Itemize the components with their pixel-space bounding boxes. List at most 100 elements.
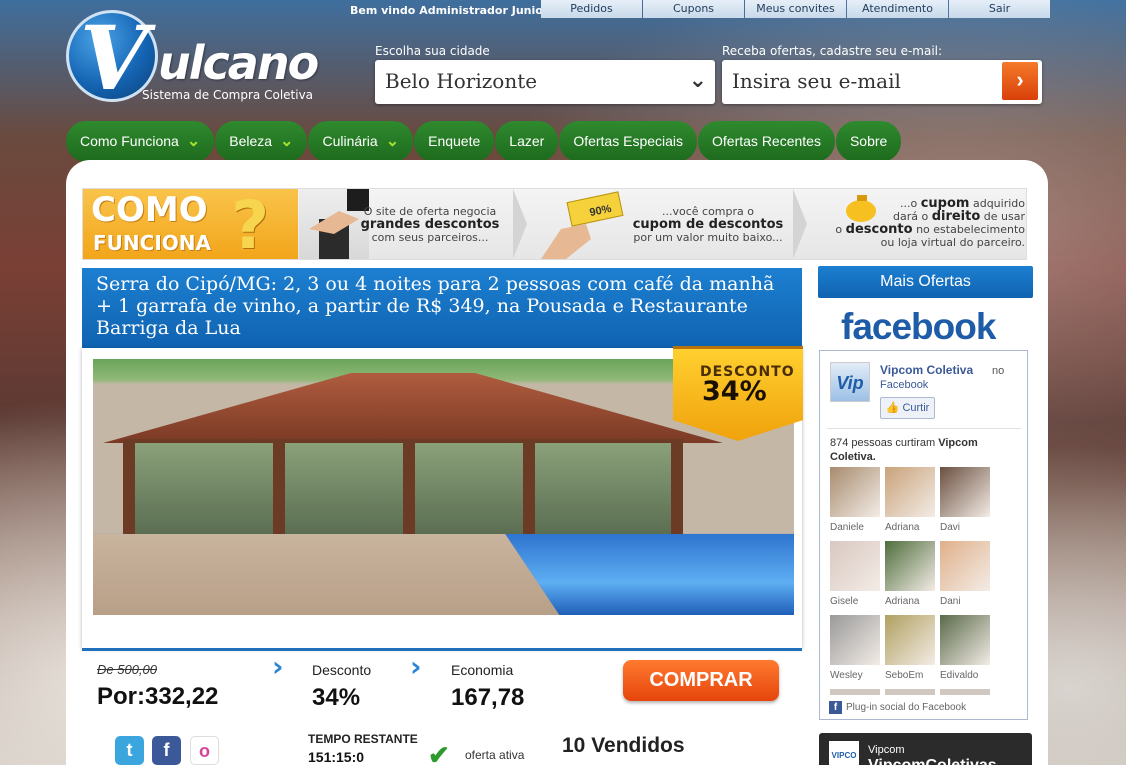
step3-text: ...o cupom adquirido dará o direito de u… (831, 197, 1031, 267)
step2-post: por um valor muito baixo... (633, 231, 783, 244)
savings-label: Economia (451, 662, 514, 678)
coupon-hand-image: 90% (531, 189, 631, 259)
step1-post: com seus parceiros... (371, 231, 489, 244)
city-select-value: Belo Horizonte (385, 69, 538, 93)
logo-word: ulcano (158, 36, 319, 90)
nav-label: Como Funciona (80, 133, 179, 149)
nav-label: Beleza (229, 133, 273, 149)
toplink-pedidos[interactable]: Pedidos (541, 0, 642, 18)
divider (827, 428, 1021, 429)
how-it-works-banner[interactable]: COMO FUNCIONA ? O site de oferta negocia… (82, 187, 1027, 264)
step1-text: O site de oferta negocia grandes descont… (345, 205, 515, 275)
city-select[interactable]: Belo Horizonte ⌄ (375, 60, 715, 104)
fb-page-name[interactable]: Vipcom Coletiva (880, 363, 973, 377)
fan-avatar[interactable] (830, 467, 880, 517)
fan-avatar[interactable] (940, 467, 990, 517)
fan-avatar[interactable] (940, 689, 990, 695)
photo-post (123, 443, 135, 538)
fb-no-text: no (992, 365, 1005, 377)
fan-avatar[interactable] (830, 689, 880, 695)
nav-label: Ofertas Especiais (573, 133, 684, 149)
twitter-icon[interactable]: t (115, 736, 144, 765)
nav-item-lazer[interactable]: Lazer (495, 121, 559, 162)
fan-name[interactable]: Wesley (830, 670, 890, 681)
fan-avatar[interactable] (885, 467, 935, 517)
fb-plugin-footer: f Plug-in social do Facebook (829, 701, 966, 714)
coupon-hand-icon: 90% (541, 191, 624, 259)
buy-button[interactable]: COMPRAR (623, 660, 779, 701)
step2-text: ...você compra o cupom de descontos por … (623, 205, 793, 275)
deal-title[interactable]: Serra do Cipó/MG: 2, 3 ou 4 noites para … (82, 268, 802, 348)
chevron-down-icon: ⌄ (385, 133, 400, 150)
fan-avatar[interactable] (885, 689, 935, 695)
chevron-down-icon: ⌄ (186, 133, 201, 150)
photo-post (273, 443, 285, 538)
chevron-right-icon: › (410, 650, 422, 683)
photo-roof (103, 373, 723, 443)
thumbs-up-icon: 👍 (885, 402, 900, 414)
orkut-icon[interactable]: o (190, 736, 219, 765)
step-divider (793, 189, 807, 259)
photo-post (403, 443, 415, 538)
step3-text-part: adquirido (972, 197, 1025, 210)
nav-item-beleza[interactable]: Beleza ⌄ (215, 121, 308, 162)
nav-item-ofertas-especiais[interactable]: Ofertas Especiais (559, 121, 698, 162)
toplink-meus-convites[interactable]: Meus convites (745, 0, 846, 18)
vipcom-big[interactable]: VipcomColetivas (868, 757, 997, 765)
facebook-icon[interactable]: f (152, 736, 181, 765)
fan-avatar[interactable] (885, 541, 935, 591)
fb-facebook-link[interactable]: Facebook (880, 379, 928, 391)
fan-avatar[interactable] (940, 541, 990, 591)
email-submit-button[interactable]: › (1002, 62, 1038, 100)
fan-name[interactable]: Adriana (885, 522, 945, 533)
chevron-down-icon: ⌄ (280, 133, 294, 150)
discount-label: Desconto (312, 662, 372, 678)
nav-label: Enquete (428, 133, 481, 149)
main-nav: Como Funciona ⌄ Beleza ⌄ Culinária ⌄ Enquet… (66, 121, 902, 162)
logo-letter: V (80, 6, 149, 110)
fan-name[interactable]: Dani (940, 596, 1000, 607)
step3-text-part: ou loja virtual do parceiro. (880, 236, 1025, 249)
vipcom-thumb[interactable]: VIPCO (829, 741, 859, 765)
fan-avatar[interactable] (940, 615, 990, 665)
como-title-l2: FUNCIONA (93, 231, 211, 255)
fan-avatar[interactable] (885, 615, 935, 665)
fan-name[interactable]: Adriana (885, 596, 945, 607)
more-offers-header[interactable]: Mais Ofertas (818, 266, 1033, 298)
photo-glass-wall (123, 439, 683, 538)
fan-avatar[interactable] (830, 541, 880, 591)
old-price: De 500,00 (97, 662, 157, 677)
like-button[interactable]: 👍 Curtir (880, 397, 935, 419)
city-label: Escolha sua cidade (375, 44, 490, 58)
top-links: Pedidos Cupons Meus convites Atendimento… (541, 0, 1051, 18)
page-avatar[interactable]: Vip (830, 362, 870, 402)
chevron-right-icon: › (272, 650, 284, 683)
nav-item-enquete[interactable]: Enquete (414, 121, 495, 162)
fan-name[interactable]: SeboEm (885, 670, 945, 681)
fan-name[interactable]: Edivaldo (940, 670, 1000, 681)
toplink-atendimento[interactable]: Atendimento (847, 0, 948, 18)
toplink-sair[interactable]: Sair (949, 0, 1050, 18)
chevron-down-icon: ⌄ (688, 68, 707, 93)
facebook-icon: f (829, 701, 842, 714)
fan-name[interactable]: Gisele (830, 596, 890, 607)
facebook-logo: facebook (841, 306, 996, 347)
fan-avatar[interactable] (830, 615, 880, 665)
nav-label: Culinária (322, 133, 378, 149)
toplink-cupons[interactable]: Cupons (643, 0, 744, 18)
newsletter-label: Receba ofertas, cadastre seu e-mail: (722, 44, 943, 58)
nav-item-culinaria[interactable]: Culinária ⌄ (308, 121, 414, 162)
question-mark-icon: ? (231, 187, 270, 264)
nav-item-como-funciona[interactable]: Como Funciona ⌄ (66, 121, 215, 162)
like-button-label: Curtir (902, 402, 930, 414)
nav-item-ofertas-recentes[interactable]: Ofertas Recentes (698, 121, 835, 162)
time-left-label: TEMPO RESTANTE (308, 732, 418, 746)
step3-text-part: o (835, 223, 843, 236)
step3-text-part: de usar (983, 210, 1025, 223)
nav-item-sobre[interactable]: Sobre (835, 121, 902, 162)
email-input[interactable]: Insira seu e-mail (722, 60, 1042, 104)
nav-label: Sobre (849, 133, 888, 149)
fan-name[interactable]: Daniele (830, 522, 890, 533)
fan-name[interactable]: Davi (940, 522, 1000, 533)
nav-label: Ofertas Recentes (712, 133, 821, 149)
